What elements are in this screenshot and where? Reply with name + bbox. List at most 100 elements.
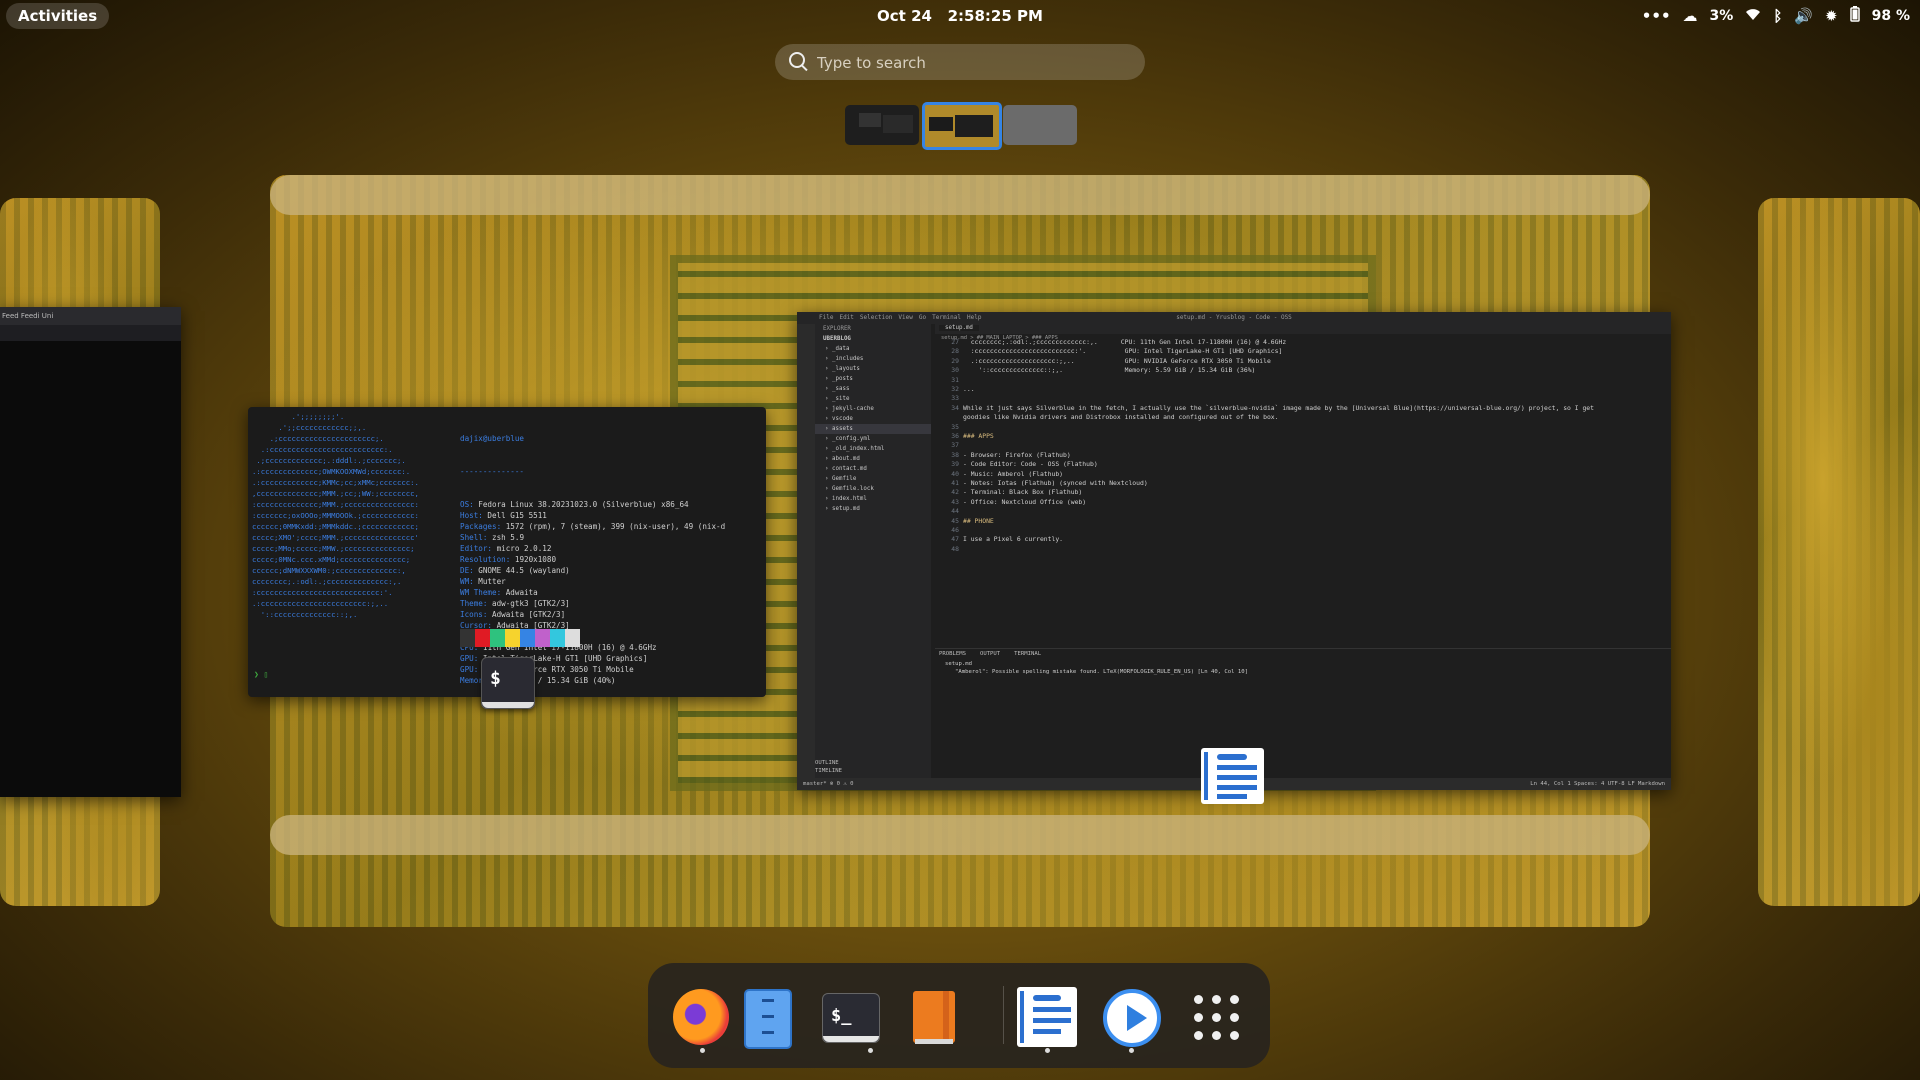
time-label[interactable]: 2:58:25 PM <box>948 7 1043 25</box>
tab-setup-md[interactable]: setup.md <box>939 325 979 331</box>
neofetch-value: zsh 5.9 <box>487 533 525 542</box>
search-box[interactable] <box>775 44 1145 82</box>
explorer-item[interactable]: › _config.yml <box>815 434 931 444</box>
workspace-thumbnail-1[interactable] <box>845 105 919 145</box>
neofetch-line: Editor: micro 2.0.12 <box>460 543 725 554</box>
panel-tab[interactable]: TERMINAL <box>1014 651 1041 657</box>
outline-section[interactable]: OUTLINE <box>815 760 931 766</box>
wifi-icon[interactable] <box>1745 7 1761 25</box>
explorer-item[interactable]: › _old_index.html <box>815 444 931 454</box>
neofetch-value: GNOME 44.5 (wayland) <box>473 566 570 575</box>
timeline-section[interactable]: TIMELINE <box>815 768 931 774</box>
notes-icon[interactable] <box>1017 987 1077 1047</box>
code-line[interactable]: - Music: Amberol (Flathub) <box>963 470 1063 478</box>
explorer-item[interactable]: › _includes <box>815 354 931 364</box>
panel-tab[interactable]: OUTPUT <box>980 651 1000 657</box>
explorer-item[interactable]: › jekyll-cache <box>815 404 931 414</box>
explorer-item[interactable]: › _layouts <box>815 364 931 374</box>
code-line[interactable]: I use a Pixel 6 currently. <box>963 535 1063 543</box>
neofetch-key: Editor: <box>460 544 493 553</box>
weather-percent: 3% <box>1709 8 1734 24</box>
code-line[interactable]: ## PHONE <box>963 517 994 525</box>
line-number: 45 <box>951 516 959 525</box>
code-line[interactable]: - Terminal: Black Box (Flathub) <box>963 488 1082 496</box>
code-line[interactable]: '::cccccccccccccc::;,. Memory: 5.59 GiB … <box>963 366 1255 374</box>
neofetch-value: micro 2.0.12 <box>492 544 552 553</box>
neofetch-line: WM Theme: Adwaita <box>460 587 725 598</box>
line-number: 40 <box>951 469 959 478</box>
code-line[interactable]: - Code Editor: Code - OSS (Flathub) <box>963 460 1098 468</box>
road <box>270 175 1650 215</box>
explorer-item[interactable]: › Gemfile <box>815 474 931 484</box>
code-editor[interactable]: 27 cccccccc;.:odl:.;ccccccccccccc:,. CPU… <box>935 334 1671 634</box>
terminal-prompt[interactable]: ❯ ▯ <box>254 669 268 680</box>
status-left[interactable]: master* ⊗ 0 ⚠ 0 <box>803 778 854 790</box>
show-apps-icon[interactable] <box>1186 987 1246 1047</box>
panel-tab[interactable]: PROBLEMS <box>939 651 966 657</box>
terminal-icon[interactable]: $_ <box>820 987 880 1047</box>
running-indicator <box>1129 1048 1134 1053</box>
neofetch-value: 1572 (rpm), 7 (steam), 399 (nix-user), 4… <box>501 522 726 531</box>
search-icon <box>789 52 805 68</box>
panel-tabs[interactable]: PROBLEMS OUTPUT TERMINAL <box>939 651 1041 657</box>
activities-button[interactable]: Activities <box>6 3 110 29</box>
explorer-item[interactable]: › _posts <box>815 374 931 384</box>
line-number: 34 <box>951 403 959 412</box>
code-line[interactable]: goodies like Nvidia drivers and Distrobo… <box>963 413 1279 421</box>
project-name[interactable]: UBERBLOG <box>815 334 931 344</box>
system-tray[interactable]: ••• ☁ 3% ᛒ 🔊 ✹ 98 % <box>1642 4 1910 28</box>
line-number: 47 <box>951 535 959 544</box>
neofetch-line: Host: Dell G15 5511 <box>460 510 725 521</box>
video-player-icon[interactable] <box>1101 987 1161 1047</box>
explorer-item[interactable]: › about.md <box>815 454 931 464</box>
code-line[interactable]: - Browser: Firefox (Flathub) <box>963 451 1071 459</box>
search-input[interactable] <box>815 44 1129 82</box>
code-line[interactable]: ... <box>963 385 975 393</box>
problem-file[interactable]: setup.md <box>945 661 972 667</box>
battery-icon[interactable] <box>1849 6 1860 26</box>
browser-window-preview[interactable]: Feed Feedi Uni <box>0 307 181 797</box>
problems-panel[interactable]: PROBLEMS OUTPUT TERMINAL setup.md "Amberol… <box>935 648 1671 779</box>
terminal-window[interactable]: .';;;;;;;;'. .';;cccccccccccc;;,. .;cccc… <box>248 407 766 697</box>
explorer-item[interactable]: › setup.md <box>815 504 931 514</box>
explorer-item[interactable]: › assets <box>815 424 931 434</box>
code-line[interactable]: .:cccccccccccccccccccc:;,.. GPU: NVIDIA … <box>963 357 1271 365</box>
neofetch-line: DE: GNOME 44.5 (wayland) <box>460 565 725 576</box>
grid-dot <box>1212 1031 1221 1040</box>
explorer-item[interactable]: › vscode <box>815 414 931 424</box>
more-icon[interactable]: ••• <box>1642 7 1671 25</box>
road <box>270 815 1650 855</box>
workspace-thumbnail-2[interactable] <box>922 102 1002 150</box>
code-line[interactable]: - Office: Nextcloud Office (web) <box>963 498 1086 506</box>
activity-bar[interactable] <box>797 324 815 778</box>
explorer-item[interactable]: › _data <box>815 344 931 354</box>
explorer-item[interactable]: › _site <box>815 394 931 404</box>
status-right[interactable]: Ln 44, Col 1 Spaces: 4 UTF-8 LF Markdown <box>1530 778 1665 790</box>
firefox-icon[interactable] <box>671 987 731 1047</box>
volume-icon[interactable]: 🔊 <box>1794 7 1813 25</box>
code-line[interactable]: While it just says Silverblue in the fet… <box>963 404 1594 412</box>
explorer-sidebar[interactable]: EXPLORER UBERBLOG › _data › _includes › _l… <box>815 324 931 778</box>
code-line[interactable]: :cccccccccccccccccccccccccc:'. GPU: Inte… <box>963 347 1283 355</box>
explorer-item[interactable]: › index.html <box>815 494 931 504</box>
files-icon[interactable] <box>736 987 796 1049</box>
explorer-item[interactable]: › _sass <box>815 384 931 394</box>
book-app-icon[interactable] <box>905 987 965 1047</box>
problem-message[interactable]: "Amberol": Possible spelling mistake fou… <box>955 669 1248 675</box>
line-number: 30 <box>951 366 959 375</box>
running-indicator <box>868 1048 873 1053</box>
line-number: 27 <box>951 338 959 346</box>
code-line[interactable]: cccccccc;.:odl:.;ccccccccccccc:,. CPU: 1… <box>963 338 1287 346</box>
code-line[interactable]: ### APPS <box>963 432 994 440</box>
explorer-item[interactable]: › Gemfile.lock <box>815 484 931 494</box>
workspace-thumbnail-3[interactable] <box>1003 105 1077 145</box>
code-window[interactable]: File Edit Selection View Go Terminal Help setu… <box>797 312 1671 790</box>
date-label[interactable]: Oct 24 <box>877 7 932 25</box>
bluetooth-icon[interactable]: ᛒ <box>1773 7 1782 25</box>
code-line[interactable]: - Notes: Iotas (Flathub) (synced with Ne… <box>963 479 1148 487</box>
grid-dot <box>1230 1013 1239 1022</box>
browser-toolbar <box>0 325 181 341</box>
explorer-item[interactable]: › contact.md <box>815 464 931 474</box>
workspace-right-preview[interactable] <box>1758 198 1920 906</box>
neofetch-value: Adwaita [GTK2/3] <box>487 610 566 619</box>
